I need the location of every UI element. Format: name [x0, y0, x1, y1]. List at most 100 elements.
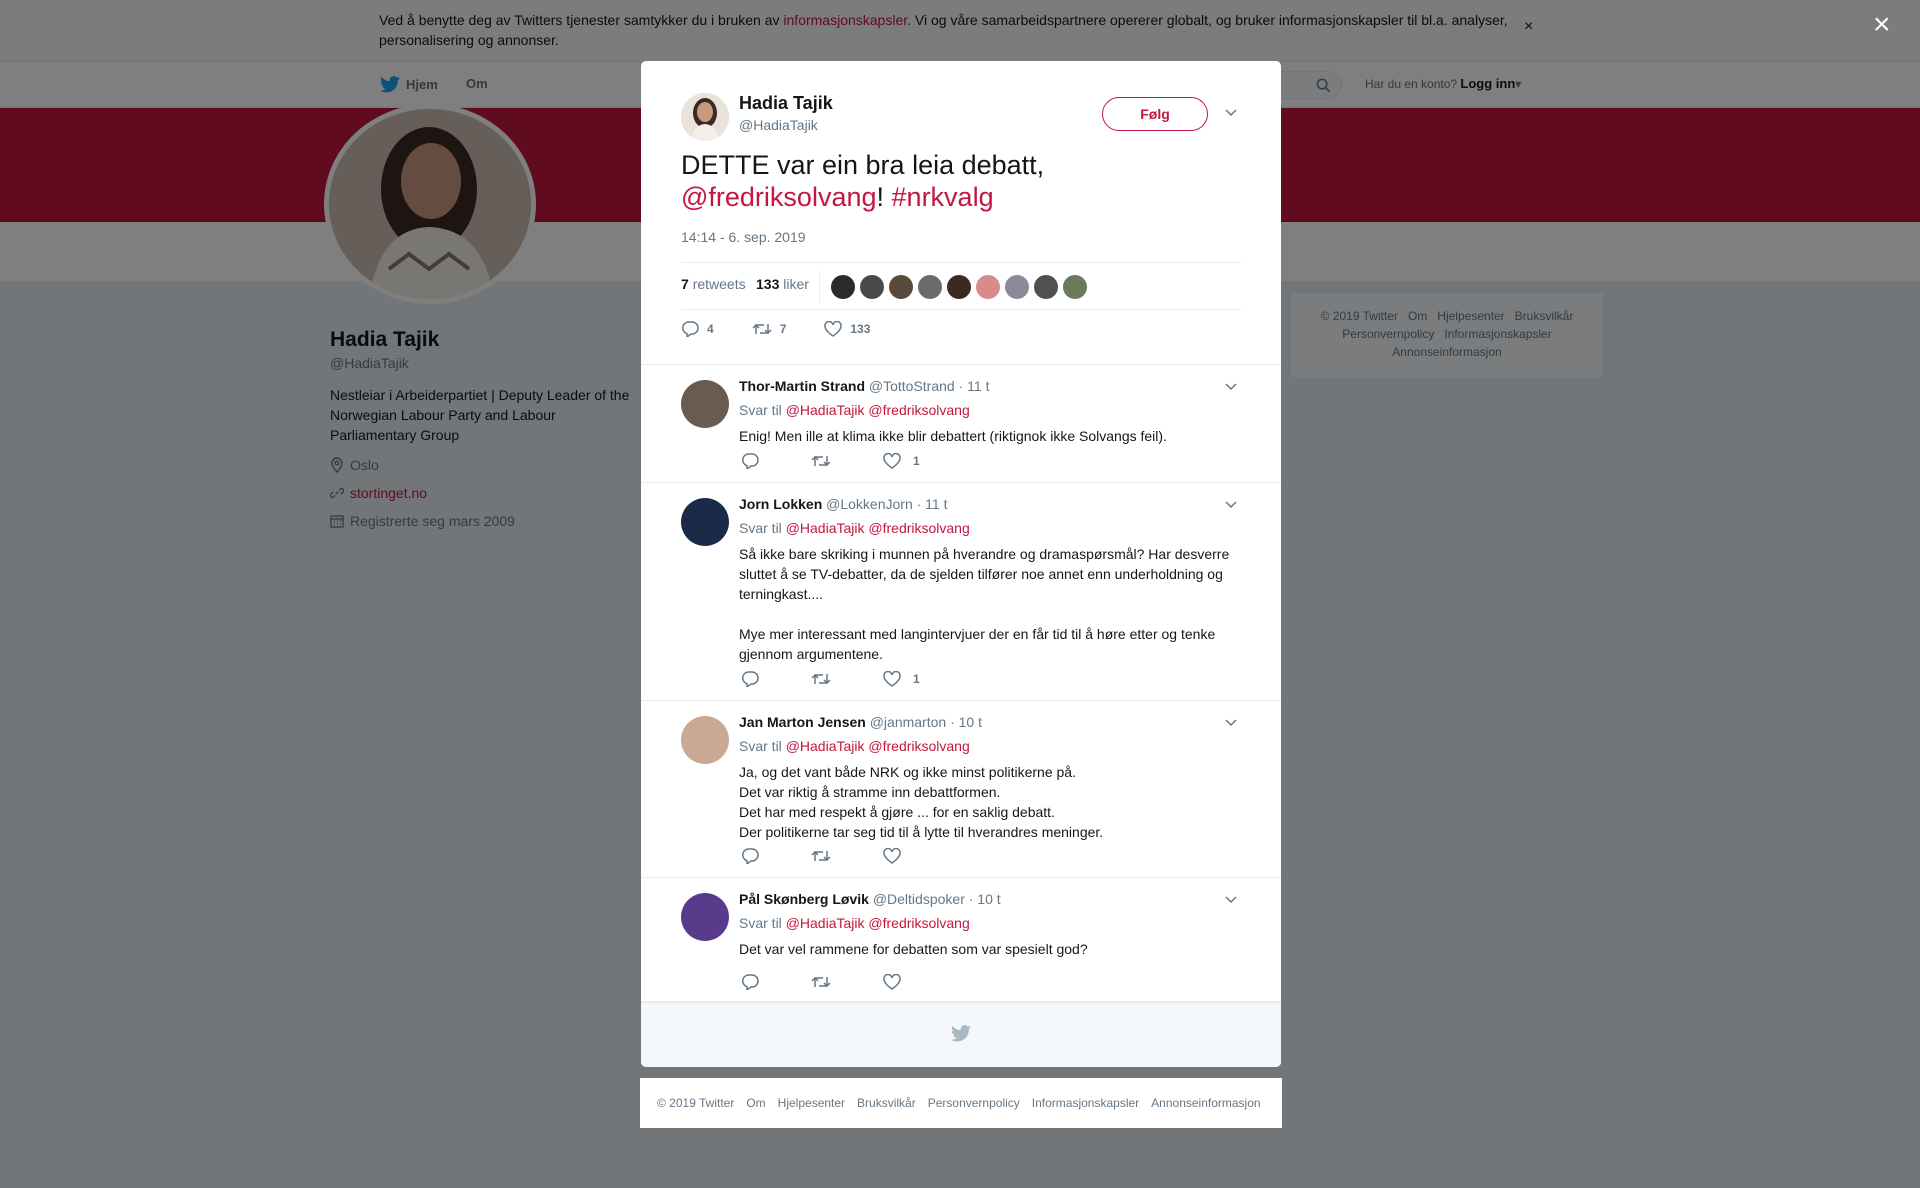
- reply-author-name[interactable]: Thor-Martin Strand: [739, 378, 865, 394]
- retweet-icon: [811, 850, 831, 862]
- retweet-action[interactable]: [811, 849, 831, 863]
- reply-tweet[interactable]: Thor-Martin Strand @TottoStrand · 11 t Sv…: [641, 365, 1281, 483]
- heart-icon: [883, 453, 901, 469]
- heart-icon: [883, 848, 901, 864]
- reply-to: Svar til @HadiaTajik @fredriksolvang: [739, 402, 970, 418]
- reply-text: Det var vel rammene for debatten som var…: [739, 941, 1088, 957]
- footer-link[interactable]: © 2019 Twitter: [657, 1096, 734, 1110]
- twitter-bird-icon: [951, 1025, 971, 1042]
- likes-stat[interactable]: 133 liker: [756, 276, 809, 292]
- liker-avatar[interactable]: [1005, 275, 1029, 299]
- reply-tweet[interactable]: Pål Skønberg Løvik @Deltidspoker · 10 t S…: [641, 878, 1281, 1002]
- reply-to-link[interactable]: @HadiaTajik: [786, 520, 865, 536]
- footer-link[interactable]: Hjelpesenter: [778, 1096, 845, 1110]
- chevron-down-icon[interactable]: [1225, 896, 1237, 904]
- reply-to-link[interactable]: @HadiaTajik: [786, 738, 865, 754]
- reply-text: Ja, og det vant både NRK og ikke minst p…: [739, 764, 1104, 840]
- retweets-stat[interactable]: 7 retweets: [681, 276, 746, 292]
- chevron-down-icon[interactable]: [1225, 109, 1237, 117]
- footer-link[interactable]: Personvernpolicy: [928, 1096, 1020, 1110]
- reply-to: Svar til @HadiaTajik @fredriksolvang: [739, 738, 970, 754]
- reply-actions: [741, 974, 913, 990]
- reply-action[interactable]: [741, 671, 759, 687]
- like-action[interactable]: 1: [883, 671, 920, 687]
- reply-author-name[interactable]: Jan Marton Jensen: [739, 714, 866, 730]
- reply-action[interactable]: [741, 974, 759, 990]
- avatar[interactable]: [681, 893, 729, 941]
- chevron-down-icon[interactable]: [1225, 719, 1237, 727]
- reply-author-handle[interactable]: @Deltidspoker: [873, 891, 965, 907]
- avatar[interactable]: [681, 380, 729, 428]
- modal-footer: [641, 1002, 1281, 1067]
- reply-time[interactable]: · 10 t: [969, 891, 1001, 907]
- footer-link[interactable]: Annonseinformasjon: [1151, 1096, 1260, 1110]
- retweet-action[interactable]: [811, 454, 831, 468]
- stats-divider: [819, 271, 820, 303]
- like-action[interactable]: [883, 974, 913, 990]
- retweet-action[interactable]: [811, 672, 831, 686]
- heart-icon: [883, 974, 901, 990]
- reply-to: Svar til @HadiaTajik @fredriksolvang: [739, 520, 970, 536]
- reply-author-name[interactable]: Jorn Lokken: [739, 496, 822, 512]
- like-action[interactable]: 133: [824, 321, 870, 337]
- reply-time[interactable]: · 11 t: [959, 378, 990, 394]
- reply-to-link[interactable]: @HadiaTajik: [786, 915, 865, 931]
- reply-author-handle[interactable]: @TottoStrand: [869, 378, 955, 394]
- reply-icon: [741, 671, 759, 687]
- reply-text: Så ikke bare skriking i munnen på hveran…: [739, 546, 1230, 662]
- liker-avatar[interactable]: [918, 275, 942, 299]
- liker-avatar[interactable]: [1034, 275, 1058, 299]
- reply-icon: [741, 974, 759, 990]
- reply-author-handle[interactable]: @LokkenJorn: [826, 496, 913, 512]
- liker-avatar[interactable]: [831, 275, 855, 299]
- avatar[interactable]: [681, 716, 729, 764]
- reply-to-link[interactable]: @fredriksolvang: [868, 520, 969, 536]
- like-action[interactable]: [883, 848, 913, 864]
- reply-time[interactable]: · 11 t: [917, 496, 948, 512]
- reply-action[interactable]: [741, 453, 759, 469]
- close-modal-button[interactable]: ×: [1873, 10, 1891, 40]
- reply-action[interactable]: [741, 848, 759, 864]
- footer-link[interactable]: Om: [746, 1096, 765, 1110]
- tweet-text: DETTE var ein bra leia debatt, @fredrikso…: [681, 150, 1045, 212]
- liker-avatar[interactable]: [860, 275, 884, 299]
- footer-link[interactable]: Informasjonskapsler: [1032, 1096, 1139, 1110]
- tweet-mention-link[interactable]: @fredriksolvang: [681, 182, 877, 212]
- reply-time[interactable]: · 10 t: [950, 714, 982, 730]
- retweet-action[interactable]: 7: [752, 322, 786, 336]
- chevron-down-icon[interactable]: [1225, 501, 1237, 509]
- reply-to-link[interactable]: @fredriksolvang: [868, 402, 969, 418]
- follow-button[interactable]: Følg: [1102, 97, 1208, 131]
- retweet-icon: [811, 673, 831, 685]
- tweet-author-name[interactable]: Hadia Tajik: [739, 93, 833, 114]
- liker-avatar[interactable]: [889, 275, 913, 299]
- liker-avatar[interactable]: [1063, 275, 1087, 299]
- reply-tweet[interactable]: Jan Marton Jensen @janmarton · 10 t Svar …: [641, 701, 1281, 878]
- liker-avatar[interactable]: [947, 275, 971, 299]
- reply-tweet[interactable]: Jorn Lokken @LokkenJorn · 11 t Svar til @…: [641, 483, 1281, 701]
- reply-actions: 1: [741, 453, 920, 469]
- retweet-action[interactable]: [811, 975, 831, 989]
- avatar[interactable]: [681, 498, 729, 546]
- tweet-author-handle[interactable]: @HadiaTajik: [739, 117, 818, 133]
- chevron-down-icon[interactable]: [1225, 383, 1237, 391]
- liker-avatar[interactable]: [976, 275, 1000, 299]
- reply-text: Enig! Men ille at klima ikke blir debatt…: [739, 428, 1167, 444]
- reply-author-handle[interactable]: @janmarton: [870, 714, 946, 730]
- reply-to-link[interactable]: @HadiaTajik: [786, 402, 865, 418]
- tweet-divider: [641, 355, 1281, 365]
- reply-author-name[interactable]: Pål Skønberg Løvik: [739, 891, 869, 907]
- reply-actions: 1: [741, 671, 920, 687]
- avatar: [681, 93, 729, 141]
- page-footer: © 2019 Twitter Om Hjelpesenter Bruksvilkår P…: [640, 1078, 1282, 1128]
- liker-avatars: [831, 275, 1087, 299]
- reply-header: Jorn Lokken @LokkenJorn · 11 t: [739, 496, 948, 512]
- footer-link[interactable]: Bruksvilkår: [857, 1096, 916, 1110]
- reply-to-link[interactable]: @fredriksolvang: [868, 738, 969, 754]
- tweet-timestamp: 14:14 - 6. sep. 2019: [681, 229, 806, 245]
- like-action[interactable]: 1: [883, 453, 920, 469]
- retweet-icon: [811, 976, 831, 988]
- reply-action[interactable]: 4: [681, 321, 714, 337]
- tweet-hashtag-link[interactable]: #nrkvalg: [892, 182, 994, 212]
- reply-to-link[interactable]: @fredriksolvang: [868, 915, 969, 931]
